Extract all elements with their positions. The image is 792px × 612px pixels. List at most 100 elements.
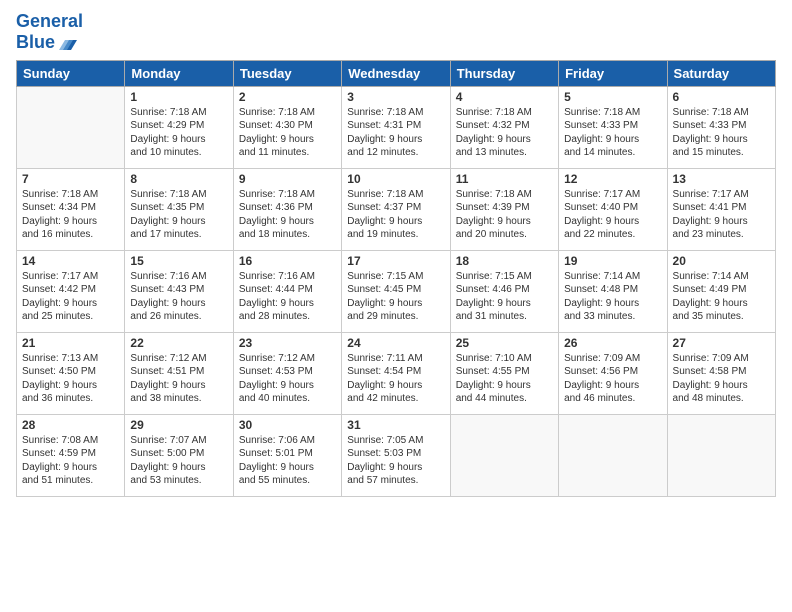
calendar-cell: 20 Sunrise: 7:14 AM Sunset: 4:49 PM Dayli…	[667, 250, 775, 332]
weekday-header: Thursday	[450, 60, 558, 86]
calendar-cell: 13Sunrise: 7:17 AM Sunset: 4:41 PM Dayli…	[667, 168, 775, 250]
calendar-cell: 8 Sunrise: 7:18 AM Sunset: 4:35 PM Daylig…	[125, 168, 233, 250]
calendar-cell: 19 Sunrise: 7:14 AM Sunset: 4:48 PM Dayli…	[559, 250, 667, 332]
calendar-cell: 22 Sunrise: 7:12 AM Sunset: 4:51 PM Dayli…	[125, 332, 233, 414]
logo-blue-text: Blue	[16, 33, 55, 53]
day-number: 11	[456, 172, 553, 186]
calendar-cell: 9 Sunrise: 7:18 AM Sunset: 4:36 PM Daylig…	[233, 168, 341, 250]
calendar-cell: 2Sunrise: 7:18 AM Sunset: 4:30 PM Daylig…	[233, 86, 341, 168]
cell-sun-info: Sunrise: 7:07 AM Sunset: 5:00 PM Dayligh…	[130, 434, 227, 488]
cell-sun-info: Sunrise: 7:13 AM Sunset: 4:50 PM Dayligh…	[22, 352, 119, 406]
calendar-week-row: 14 Sunrise: 7:17 AM Sunset: 4:42 PM Dayli…	[17, 250, 776, 332]
day-number: 8	[130, 172, 227, 186]
calendar-cell: 24 Sunrise: 7:11 AM Sunset: 4:54 PM Dayli…	[342, 332, 450, 414]
cell-sun-info: Sunrise: 7:18 AM Sunset: 4:31 PM Dayligh…	[347, 106, 444, 160]
calendar-cell: 14 Sunrise: 7:17 AM Sunset: 4:42 PM Dayli…	[17, 250, 125, 332]
day-number: 5	[564, 90, 661, 104]
logo-text: General	[16, 12, 83, 32]
calendar-cell: 25Sunrise: 7:10 AM Sunset: 4:55 PM Dayli…	[450, 332, 558, 414]
day-number: 22	[130, 336, 227, 350]
calendar-cell: 29 Sunrise: 7:07 AM Sunset: 5:00 PM Dayli…	[125, 414, 233, 496]
weekday-header: Friday	[559, 60, 667, 86]
calendar-cell: 10Sunrise: 7:18 AM Sunset: 4:37 PM Dayli…	[342, 168, 450, 250]
day-number: 15	[130, 254, 227, 268]
day-number: 31	[347, 418, 444, 432]
cell-sun-info: Sunrise: 7:12 AM Sunset: 4:51 PM Dayligh…	[130, 352, 227, 406]
calendar-cell	[450, 414, 558, 496]
calendar-cell: 7 Sunrise: 7:18 AM Sunset: 4:34 PM Daylig…	[17, 168, 125, 250]
day-number: 23	[239, 336, 336, 350]
cell-sun-info: Sunrise: 7:18 AM Sunset: 4:35 PM Dayligh…	[130, 188, 227, 242]
calendar-cell: 30 Sunrise: 7:06 AM Sunset: 5:01 PM Dayli…	[233, 414, 341, 496]
day-number: 1	[130, 90, 227, 104]
cell-sun-info: Sunrise: 7:18 AM Sunset: 4:36 PM Dayligh…	[239, 188, 336, 242]
cell-sun-info: Sunrise: 7:17 AM Sunset: 4:40 PM Dayligh…	[564, 188, 661, 242]
cell-sun-info: Sunrise: 7:18 AM Sunset: 4:30 PM Dayligh…	[239, 106, 336, 160]
calendar-cell: 28Sunrise: 7:08 AM Sunset: 4:59 PM Dayli…	[17, 414, 125, 496]
weekday-header-row: SundayMondayTuesdayWednesdayThursdayFrid…	[17, 60, 776, 86]
day-number: 14	[22, 254, 119, 268]
day-number: 7	[22, 172, 119, 186]
day-number: 19	[564, 254, 661, 268]
cell-sun-info: Sunrise: 7:11 AM Sunset: 4:54 PM Dayligh…	[347, 352, 444, 406]
logo-icon	[57, 32, 79, 54]
cell-sun-info: Sunrise: 7:15 AM Sunset: 4:46 PM Dayligh…	[456, 270, 553, 324]
cell-sun-info: Sunrise: 7:18 AM Sunset: 4:34 PM Dayligh…	[22, 188, 119, 242]
calendar-cell: 18 Sunrise: 7:15 AM Sunset: 4:46 PM Dayli…	[450, 250, 558, 332]
calendar-cell: 27 Sunrise: 7:09 AM Sunset: 4:58 PM Dayli…	[667, 332, 775, 414]
calendar-cell: 5 Sunrise: 7:18 AM Sunset: 4:33 PM Daylig…	[559, 86, 667, 168]
day-number: 29	[130, 418, 227, 432]
cell-sun-info: Sunrise: 7:18 AM Sunset: 4:39 PM Dayligh…	[456, 188, 553, 242]
calendar-cell: 17Sunrise: 7:15 AM Sunset: 4:45 PM Dayli…	[342, 250, 450, 332]
weekday-header: Saturday	[667, 60, 775, 86]
weekday-header: Tuesday	[233, 60, 341, 86]
day-number: 6	[673, 90, 770, 104]
cell-sun-info: Sunrise: 7:16 AM Sunset: 4:43 PM Dayligh…	[130, 270, 227, 324]
day-number: 20	[673, 254, 770, 268]
calendar-cell: 11 Sunrise: 7:18 AM Sunset: 4:39 PM Dayli…	[450, 168, 558, 250]
cell-sun-info: Sunrise: 7:18 AM Sunset: 4:33 PM Dayligh…	[564, 106, 661, 160]
day-number: 12	[564, 172, 661, 186]
cell-sun-info: Sunrise: 7:14 AM Sunset: 4:48 PM Dayligh…	[564, 270, 661, 324]
cell-sun-info: Sunrise: 7:09 AM Sunset: 4:58 PM Dayligh…	[673, 352, 770, 406]
cell-sun-info: Sunrise: 7:18 AM Sunset: 4:32 PM Dayligh…	[456, 106, 553, 160]
day-number: 21	[22, 336, 119, 350]
calendar-cell: 12 Sunrise: 7:17 AM Sunset: 4:40 PM Dayli…	[559, 168, 667, 250]
cell-sun-info: Sunrise: 7:09 AM Sunset: 4:56 PM Dayligh…	[564, 352, 661, 406]
weekday-header: Sunday	[17, 60, 125, 86]
calendar-week-row: 1 Sunrise: 7:18 AM Sunset: 4:29 PM Daylig…	[17, 86, 776, 168]
day-number: 18	[456, 254, 553, 268]
calendar-cell: 15 Sunrise: 7:16 AM Sunset: 4:43 PM Dayli…	[125, 250, 233, 332]
weekday-header: Wednesday	[342, 60, 450, 86]
cell-sun-info: Sunrise: 7:17 AM Sunset: 4:42 PM Dayligh…	[22, 270, 119, 324]
calendar-cell: 23 Sunrise: 7:12 AM Sunset: 4:53 PM Dayli…	[233, 332, 341, 414]
cell-sun-info: Sunrise: 7:18 AM Sunset: 4:37 PM Dayligh…	[347, 188, 444, 242]
calendar-cell: 4 Sunrise: 7:18 AM Sunset: 4:32 PM Daylig…	[450, 86, 558, 168]
header: General Blue	[16, 12, 776, 54]
logo: General Blue	[16, 12, 83, 54]
calendar-cell	[667, 414, 775, 496]
day-number: 4	[456, 90, 553, 104]
cell-sun-info: Sunrise: 7:17 AM Sunset: 4:41 PM Dayligh…	[673, 188, 770, 242]
day-number: 27	[673, 336, 770, 350]
cell-sun-info: Sunrise: 7:14 AM Sunset: 4:49 PM Dayligh…	[673, 270, 770, 324]
cell-sun-info: Sunrise: 7:18 AM Sunset: 4:29 PM Dayligh…	[130, 106, 227, 160]
weekday-header: Monday	[125, 60, 233, 86]
cell-sun-info: Sunrise: 7:06 AM Sunset: 5:01 PM Dayligh…	[239, 434, 336, 488]
calendar-cell: 16 Sunrise: 7:16 AM Sunset: 4:44 PM Dayli…	[233, 250, 341, 332]
day-number: 16	[239, 254, 336, 268]
cell-sun-info: Sunrise: 7:10 AM Sunset: 4:55 PM Dayligh…	[456, 352, 553, 406]
calendar-cell: 26 Sunrise: 7:09 AM Sunset: 4:56 PM Dayli…	[559, 332, 667, 414]
cell-sun-info: Sunrise: 7:16 AM Sunset: 4:44 PM Dayligh…	[239, 270, 336, 324]
day-number: 17	[347, 254, 444, 268]
calendar-cell	[17, 86, 125, 168]
day-number: 26	[564, 336, 661, 350]
calendar-cell: 31Sunrise: 7:05 AM Sunset: 5:03 PM Dayli…	[342, 414, 450, 496]
cell-sun-info: Sunrise: 7:12 AM Sunset: 4:53 PM Dayligh…	[239, 352, 336, 406]
day-number: 30	[239, 418, 336, 432]
day-number: 28	[22, 418, 119, 432]
page-container: General Blue SundayMondayTuesdayWednesda…	[0, 0, 792, 505]
day-number: 24	[347, 336, 444, 350]
day-number: 9	[239, 172, 336, 186]
day-number: 3	[347, 90, 444, 104]
